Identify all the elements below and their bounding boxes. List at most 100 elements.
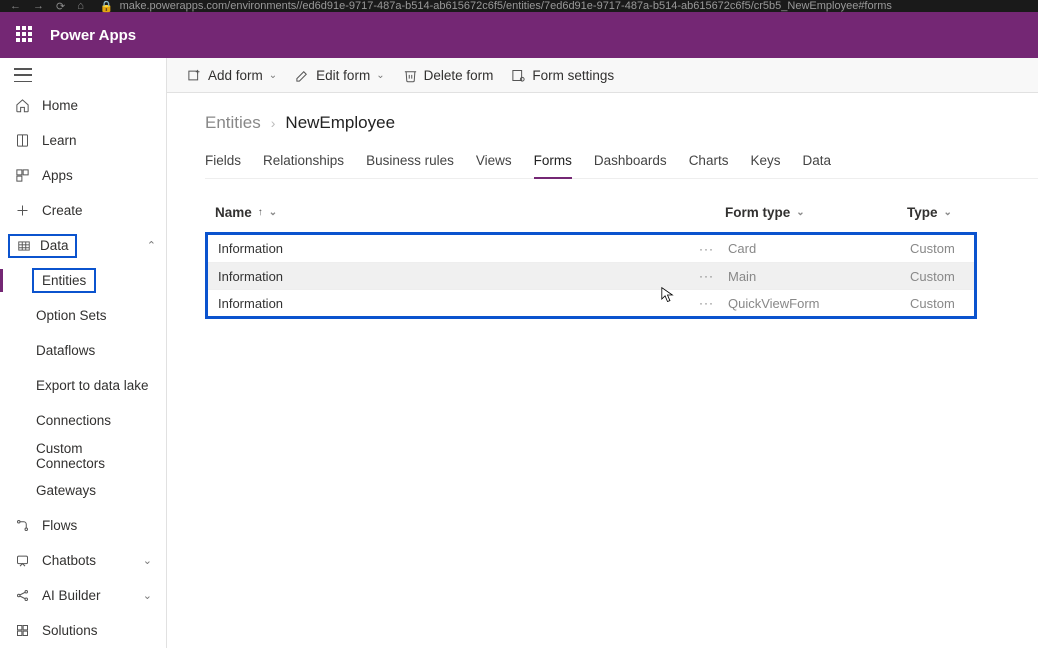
table-row[interactable]: Information ··· Main Custom xyxy=(208,262,974,289)
tab-data[interactable]: Data xyxy=(802,147,831,178)
entity-tabs: Fields Relationships Business rules View… xyxy=(205,147,1038,179)
cmd-label: Edit form xyxy=(316,68,370,83)
table-row[interactable]: Information ··· QuickViewForm Custom xyxy=(208,289,974,316)
chevron-down-icon: ⌄ xyxy=(143,554,152,567)
solutions-icon xyxy=(14,623,30,639)
chevron-down-icon: ⌄ xyxy=(143,589,152,602)
data-highlight: Data xyxy=(8,234,77,258)
sidebar-item-connections[interactable]: Connections xyxy=(0,403,166,438)
reload-icon[interactable]: ⟳ xyxy=(56,0,65,13)
book-icon xyxy=(14,133,30,149)
ai-icon xyxy=(14,588,30,604)
home-icon[interactable]: ⌂ xyxy=(77,0,84,13)
sidebar-item-ai-builder[interactable]: AI Builder ⌄ xyxy=(0,578,166,613)
table-row[interactable]: Information ··· Card Custom xyxy=(208,235,974,262)
browser-nav-icons: ← → ⟳ ⌂ xyxy=(10,0,84,13)
lock-icon: 🔒 xyxy=(100,0,114,13)
apps-icon xyxy=(14,168,30,184)
col-name[interactable]: Name xyxy=(215,205,252,220)
edit-icon xyxy=(295,68,310,83)
tab-charts[interactable]: Charts xyxy=(689,147,729,178)
sidebar-item-label: Chatbots xyxy=(42,553,96,568)
row-menu-icon[interactable]: ··· xyxy=(698,242,728,256)
list-header: Name ↑ ⌄ Form type ⌄ Type ⌄ xyxy=(205,205,1038,232)
forward-icon[interactable]: → xyxy=(33,0,44,13)
sidebar-item-label: Learn xyxy=(42,133,77,148)
tab-relationships[interactable]: Relationships xyxy=(263,147,344,178)
sidebar-item-home[interactable]: Home xyxy=(0,88,166,123)
row-type: Custom xyxy=(910,269,1010,284)
add-form-icon xyxy=(187,68,202,83)
tab-fields[interactable]: Fields xyxy=(205,147,241,178)
chevron-down-icon: ⌄ xyxy=(376,70,384,81)
chevron-down-icon[interactable]: ⌄ xyxy=(269,207,277,218)
sidebar-item-label: Connections xyxy=(36,413,111,428)
sidebar-item-chatbots[interactable]: Chatbots ⌄ xyxy=(0,543,166,578)
sidebar-item-solutions[interactable]: Solutions xyxy=(0,613,166,648)
chevron-down-icon: ⌄ xyxy=(269,70,277,81)
chevron-right-icon: › xyxy=(271,115,276,131)
sidebar: Home Learn Apps Create Data ⌃ Entities O… xyxy=(0,58,167,648)
sidebar-item-dataflows[interactable]: Dataflows xyxy=(0,333,166,368)
sidebar-item-label: Data xyxy=(40,238,69,253)
breadcrumb-current: NewEmployee xyxy=(285,113,395,133)
browser-chrome: ← → ⟳ ⌂ 🔒 make.powerapps.com/environment… xyxy=(0,0,1038,12)
sidebar-item-label: Home xyxy=(42,98,78,113)
plus-icon xyxy=(14,203,30,219)
row-name: Information xyxy=(218,241,698,256)
cmd-label: Form settings xyxy=(532,68,614,83)
sidebar-item-label: Option Sets xyxy=(36,308,107,323)
sidebar-item-export-data-lake[interactable]: Export to data lake xyxy=(0,368,166,403)
cmd-label: Add form xyxy=(208,68,263,83)
row-name: Information xyxy=(218,296,698,311)
chevron-down-icon[interactable]: ⌄ xyxy=(796,207,804,218)
sidebar-item-option-sets[interactable]: Option Sets xyxy=(0,298,166,333)
delete-form-button[interactable]: Delete form xyxy=(403,68,494,83)
breadcrumb-parent[interactable]: Entities xyxy=(205,113,261,133)
cmd-label: Delete form xyxy=(424,68,494,83)
sidebar-item-label: Entities xyxy=(42,273,86,288)
row-name: Information xyxy=(218,269,698,284)
command-bar: Add form ⌄ Edit form ⌄ Delete form Form … xyxy=(167,58,1038,93)
row-menu-icon[interactable]: ··· xyxy=(698,296,728,310)
tab-forms[interactable]: Forms xyxy=(534,147,572,178)
sidebar-item-label: Export to data lake xyxy=(36,378,149,393)
sidebar-item-label: Dataflows xyxy=(36,343,95,358)
sidebar-item-label: Custom Connectors xyxy=(36,441,152,471)
tab-dashboards[interactable]: Dashboards xyxy=(594,147,667,178)
row-form-type: QuickViewForm xyxy=(728,296,910,311)
sidebar-item-custom-connectors[interactable]: Custom Connectors xyxy=(0,438,166,473)
forms-list-highlight: Information ··· Card Custom Information … xyxy=(205,232,977,319)
flow-icon xyxy=(14,518,30,534)
back-icon[interactable]: ← xyxy=(10,0,21,13)
sidebar-item-gateways[interactable]: Gateways xyxy=(0,473,166,508)
sidebar-item-create[interactable]: Create xyxy=(0,193,166,228)
tab-views[interactable]: Views xyxy=(476,147,512,178)
sidebar-item-label: Apps xyxy=(42,168,73,183)
col-type[interactable]: Type xyxy=(907,205,938,220)
sidebar-item-label: Gateways xyxy=(36,483,96,498)
row-form-type: Main xyxy=(728,269,910,284)
hamburger-icon[interactable] xyxy=(14,68,32,82)
sidebar-item-learn[interactable]: Learn xyxy=(0,123,166,158)
row-form-type: Card xyxy=(728,241,910,256)
browser-url: make.powerapps.com/environments//ed6d91e… xyxy=(120,0,892,12)
sidebar-item-label: Solutions xyxy=(42,623,98,638)
sidebar-item-apps[interactable]: Apps xyxy=(0,158,166,193)
sidebar-item-flows[interactable]: Flows xyxy=(0,508,166,543)
app-launcher-icon[interactable] xyxy=(16,26,34,44)
edit-form-button[interactable]: Edit form ⌄ xyxy=(295,68,384,83)
form-settings-button[interactable]: Form settings xyxy=(511,68,614,83)
sidebar-item-data[interactable]: Data ⌃ xyxy=(0,228,166,263)
col-form-type[interactable]: Form type xyxy=(725,205,790,220)
sidebar-item-entities[interactable]: Entities xyxy=(0,263,166,298)
tab-keys[interactable]: Keys xyxy=(750,147,780,178)
row-menu-icon[interactable]: ··· xyxy=(698,269,728,283)
tab-business-rules[interactable]: Business rules xyxy=(366,147,454,178)
entities-highlight: Entities xyxy=(32,268,96,293)
add-form-button[interactable]: Add form ⌄ xyxy=(187,68,277,83)
chatbot-icon xyxy=(14,553,30,569)
sidebar-item-label: AI Builder xyxy=(42,588,101,603)
delete-icon xyxy=(403,68,418,83)
chevron-down-icon[interactable]: ⌄ xyxy=(944,207,952,218)
